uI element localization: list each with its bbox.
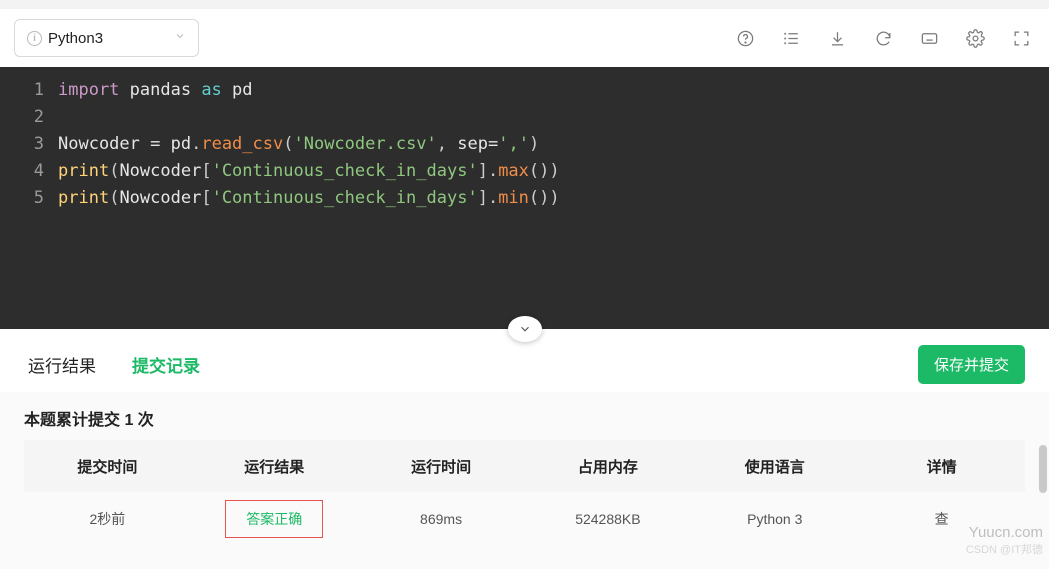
save-submit-button[interactable]: 保存并提交 xyxy=(918,345,1025,384)
code-line: 5print(Nowcoder['Continuous_check_in_day… xyxy=(0,185,1049,212)
topbar-background xyxy=(0,0,1049,9)
cell-result: 答案正确 xyxy=(191,500,358,538)
code-line: 3Nowcoder = pd.read_csv('Nowcoder.csv', … xyxy=(0,131,1049,158)
gutter-number: 1 xyxy=(0,77,58,104)
cell-detail[interactable]: 查 xyxy=(858,509,1025,529)
refresh-icon[interactable] xyxy=(873,28,893,48)
gear-icon[interactable] xyxy=(965,28,985,48)
code-content: print(Nowcoder['Continuous_check_in_days… xyxy=(58,185,560,212)
list-icon[interactable] xyxy=(781,28,801,48)
toolbar-icon-group xyxy=(735,28,1031,48)
submit-table: 提交时间 运行结果 运行时间 占用内存 使用语言 详情 2秒前 答案正确 869… xyxy=(0,440,1049,546)
th-time: 提交时间 xyxy=(24,456,191,477)
tab-group: 运行结果 提交记录 xyxy=(24,346,204,383)
editor-toolbar: i Python3 xyxy=(0,9,1049,67)
submit-summary: 本题累计提交 1 次 xyxy=(0,392,1049,440)
chevron-down-icon xyxy=(174,29,186,47)
help-icon[interactable] xyxy=(735,28,755,48)
expand-handle[interactable] xyxy=(508,316,542,342)
language-select[interactable]: i Python3 xyxy=(14,19,199,57)
table-header: 提交时间 运行结果 运行时间 占用内存 使用语言 详情 xyxy=(24,440,1025,492)
info-icon: i xyxy=(27,31,42,46)
keyboard-icon[interactable] xyxy=(919,28,939,48)
th-memory: 占用内存 xyxy=(524,456,691,477)
tab-run-result[interactable]: 运行结果 xyxy=(24,346,100,383)
tab-submit-log[interactable]: 提交记录 xyxy=(128,346,204,383)
th-language: 使用语言 xyxy=(691,456,858,477)
language-label: Python3 xyxy=(48,30,168,47)
code-line: 2 xyxy=(0,104,1049,131)
code-content: import pandas as pd xyxy=(58,77,253,104)
vertical-scrollbar[interactable] xyxy=(1039,445,1047,493)
gutter-number: 5 xyxy=(0,185,58,212)
code-content: Nowcoder = pd.read_csv('Nowcoder.csv', s… xyxy=(58,131,539,158)
cell-time: 2秒前 xyxy=(24,509,191,529)
table-row: 2秒前 答案正确 869ms 524288KB Python 3 查 xyxy=(24,492,1025,546)
fullscreen-icon[interactable] xyxy=(1011,28,1031,48)
cell-memory: 524288KB xyxy=(524,511,691,527)
cell-language: Python 3 xyxy=(691,511,858,527)
code-editor[interactable]: 1import pandas as pd23Nowcoder = pd.read… xyxy=(0,67,1049,329)
gutter-number: 4 xyxy=(0,158,58,185)
download-icon[interactable] xyxy=(827,28,847,48)
code-content: print(Nowcoder['Continuous_check_in_days… xyxy=(58,158,560,185)
status-badge: 答案正确 xyxy=(225,500,323,538)
th-result: 运行结果 xyxy=(191,456,358,477)
th-detail: 详情 xyxy=(858,456,1025,477)
code-line: 4print(Nowcoder['Continuous_check_in_day… xyxy=(0,158,1049,185)
gutter-number: 2 xyxy=(0,104,58,131)
th-runtime: 运行时间 xyxy=(358,456,525,477)
gutter-number: 3 xyxy=(0,131,58,158)
code-line: 1import pandas as pd xyxy=(0,77,1049,104)
cell-runtime: 869ms xyxy=(358,511,525,527)
